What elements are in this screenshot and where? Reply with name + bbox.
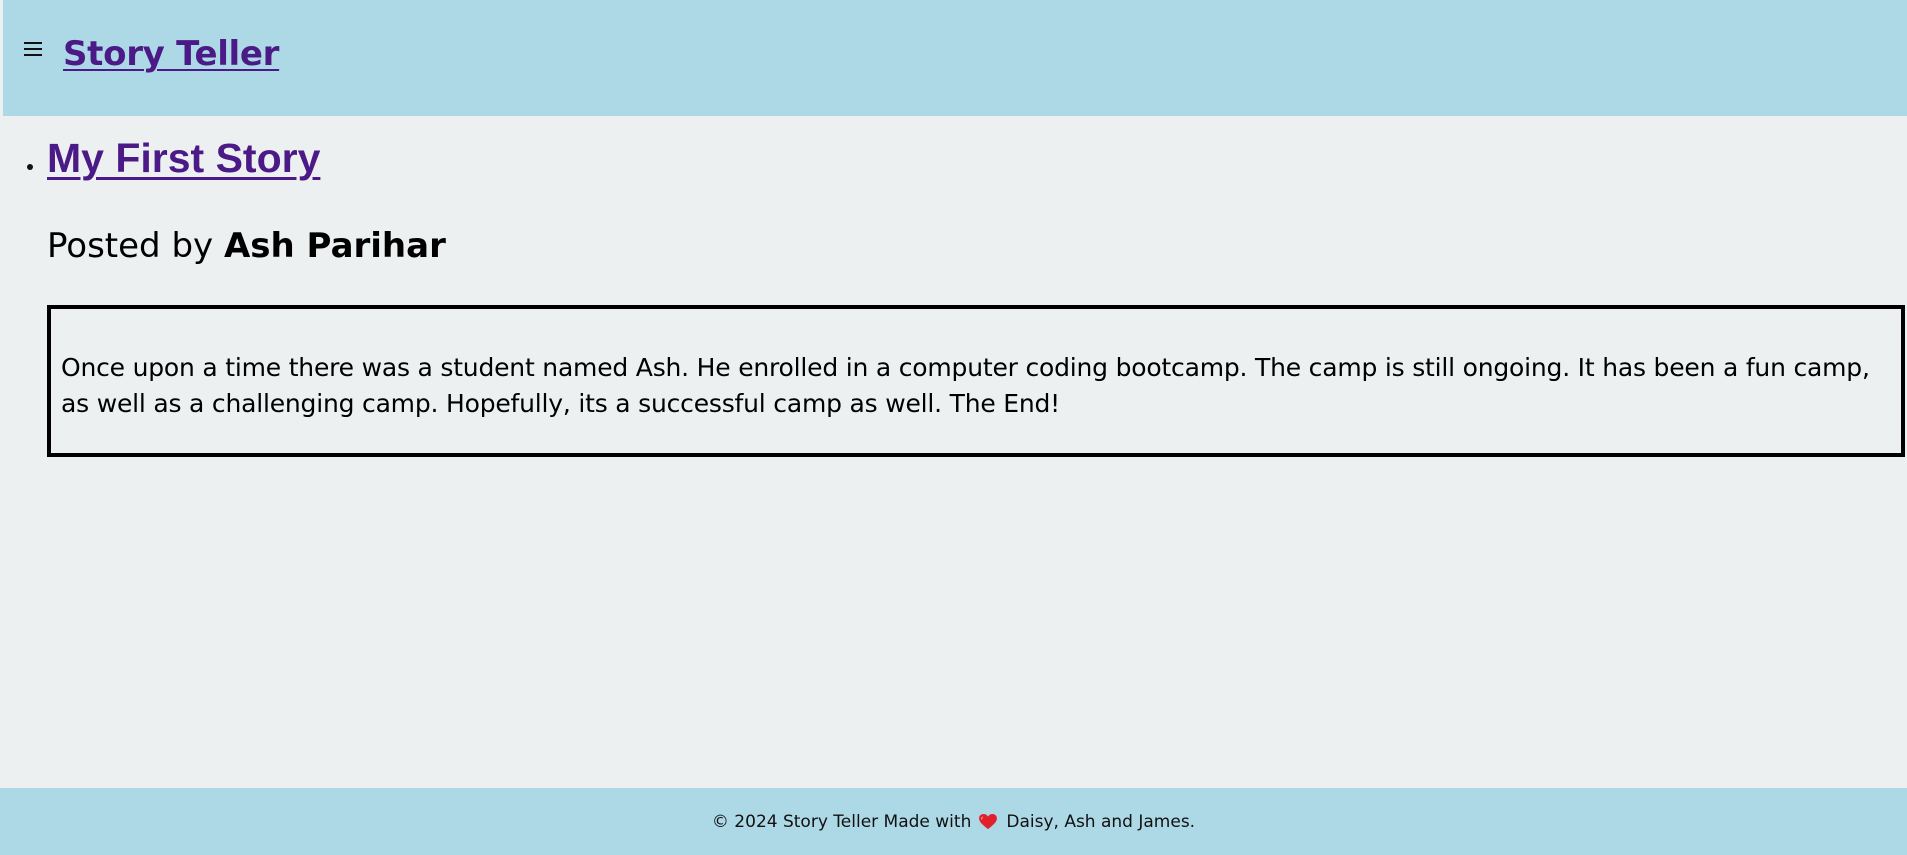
footer-text-after: Daisy, Ash and James.: [1006, 811, 1196, 832]
hamburger-menu-icon[interactable]: [24, 42, 42, 58]
list-bullet: [27, 164, 33, 170]
site-footer: © 2024 Story Teller Made with Daisy, Ash…: [0, 788, 1907, 855]
site-title-link[interactable]: Story Teller: [63, 34, 279, 74]
footer-text-before: © 2024 Story Teller Made with: [711, 811, 972, 832]
story-author: Ash Parihar: [223, 226, 446, 266]
heart-icon: [979, 813, 998, 830]
site-header: Story Teller: [3, 0, 1907, 116]
story-content-box: Once upon a time there was a student nam…: [47, 305, 1905, 457]
story-byline: Posted by Ash Parihar: [47, 226, 446, 266]
story-body: Once upon a time there was a student nam…: [61, 353, 1870, 418]
page: Story Teller My First Story Posted by As…: [0, 0, 1907, 855]
posted-by-label: Posted by: [47, 226, 214, 266]
story-title-link[interactable]: My First Story: [47, 135, 320, 182]
